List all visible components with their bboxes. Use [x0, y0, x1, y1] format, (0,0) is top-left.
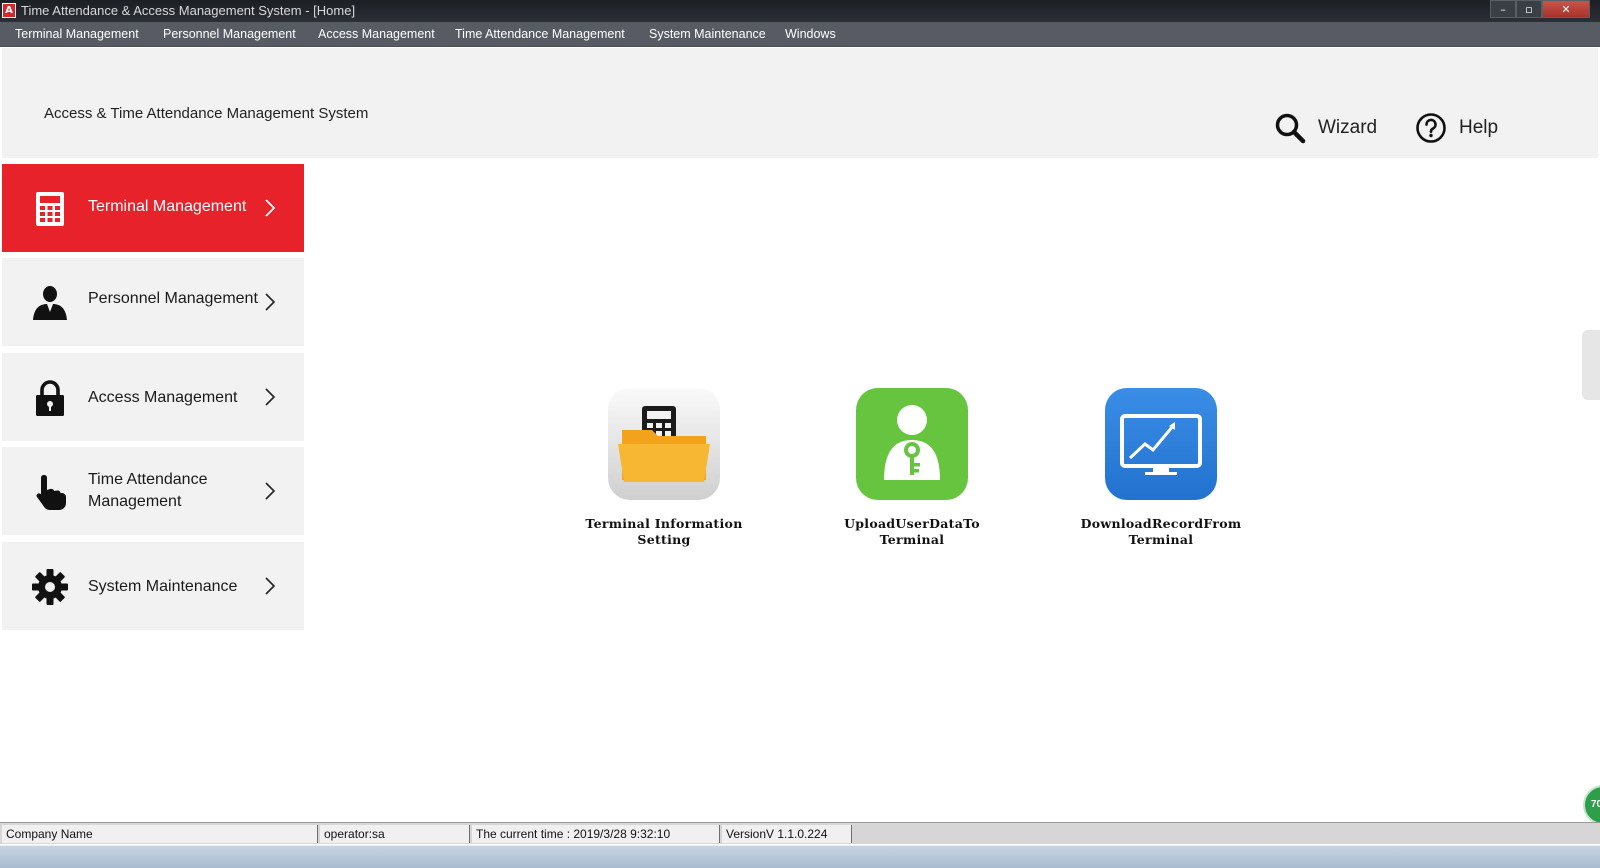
chevron-right-icon — [265, 293, 276, 311]
sidebar-item-label: Access Management — [88, 389, 238, 406]
app-icon: A — [2, 3, 16, 18]
sidebar-item-label-line2: Management — [88, 493, 182, 510]
restore-button[interactable]: ▫ — [1516, 0, 1542, 18]
tile-terminal-information-setting[interactable]: Terminal Information Setting — [574, 388, 754, 548]
menu-bar: Terminal Management Personnel Management… — [0, 22, 1600, 47]
chevron-right-icon — [265, 388, 276, 406]
status-company: Company Name — [2, 825, 318, 843]
help-button[interactable]: Help — [1415, 108, 1498, 148]
user-key-icon — [856, 388, 968, 500]
title-bar: A Time Attendance & Access Management Sy… — [0, 0, 1600, 22]
sidebar: Terminal Management Personnel Management… — [2, 164, 308, 824]
side-tab-handle[interactable] — [1582, 330, 1600, 400]
menu-time-attendance-management[interactable]: Time Attendance Management — [455, 26, 625, 42]
sidebar-item-access-management[interactable]: Access Management — [2, 353, 304, 441]
sidebar-item-system-maintenance[interactable]: System Maintenance — [2, 542, 304, 630]
status-bar: Company Name operator:sa The current tim… — [0, 822, 1600, 844]
status-version: VersionV 1.1.0.224 — [722, 825, 852, 843]
tile-download-record[interactable]: DownloadRecordFrom Terminal — [1071, 388, 1251, 548]
monitor-chart-icon — [1105, 388, 1217, 500]
help-label: Help — [1459, 117, 1499, 138]
os-taskbar — [0, 845, 1600, 868]
person-icon — [33, 286, 67, 320]
sidebar-item-terminal-management[interactable]: Terminal Management — [2, 164, 304, 252]
sidebar-item-label: Terminal Management — [88, 198, 247, 215]
search-icon — [1275, 113, 1306, 144]
help-icon — [1416, 113, 1446, 143]
page-title: Access & Time Attendance Management Syst… — [44, 105, 369, 122]
calculator-icon — [36, 192, 64, 226]
tile-upload-user-data[interactable]: UploadUserDataTo Terminal — [822, 388, 1002, 548]
chevron-right-icon — [265, 482, 276, 500]
menu-windows[interactable]: Windows — [785, 26, 836, 42]
floating-badge[interactable]: 70 — [1583, 785, 1600, 825]
status-current-time: The current time : 2019/3/28 9:32:10 — [472, 825, 720, 843]
minimize-button[interactable]: – — [1490, 0, 1516, 18]
tile-label: Terminal Information Setting — [585, 516, 743, 547]
sidebar-item-label: System Maintenance — [88, 578, 238, 595]
window-title: Time Attendance & Access Management Syst… — [21, 3, 356, 18]
hand-pointer-icon — [36, 475, 66, 510]
header-band: Access & Time Attendance Management Syst… — [2, 48, 1598, 158]
lock-icon — [36, 380, 64, 416]
tile-label: UploadUserDataTo Terminal — [844, 516, 980, 547]
menu-personnel-management[interactable]: Personnel Management — [163, 26, 296, 42]
sidebar-item-personnel-management[interactable]: Personnel Management — [2, 258, 304, 346]
window-controls: – ▫ ✕ — [1490, 0, 1590, 18]
gear-icon — [32, 569, 68, 605]
wizard-label: Wizard — [1318, 117, 1378, 138]
chevron-right-icon — [265, 577, 276, 595]
menu-access-management[interactable]: Access Management — [318, 26, 435, 42]
sidebar-item-label-line1: Time Attendance — [88, 471, 208, 488]
tile-label: DownloadRecordFrom Terminal — [1080, 516, 1242, 547]
close-button[interactable]: ✕ — [1542, 0, 1590, 18]
terminal-folder-icon — [608, 388, 720, 500]
menu-system-maintenance[interactable]: System Maintenance — [649, 26, 766, 42]
menu-terminal-management[interactable]: Terminal Management — [15, 26, 139, 42]
chevron-right-icon — [265, 199, 276, 217]
sidebar-item-label: Personnel Management — [88, 290, 258, 307]
status-operator: operator:sa — [320, 825, 470, 843]
wizard-button[interactable]: Wizard — [1274, 108, 1377, 148]
sidebar-item-time-attendance-management[interactable]: Time Attendance Management — [2, 447, 304, 535]
